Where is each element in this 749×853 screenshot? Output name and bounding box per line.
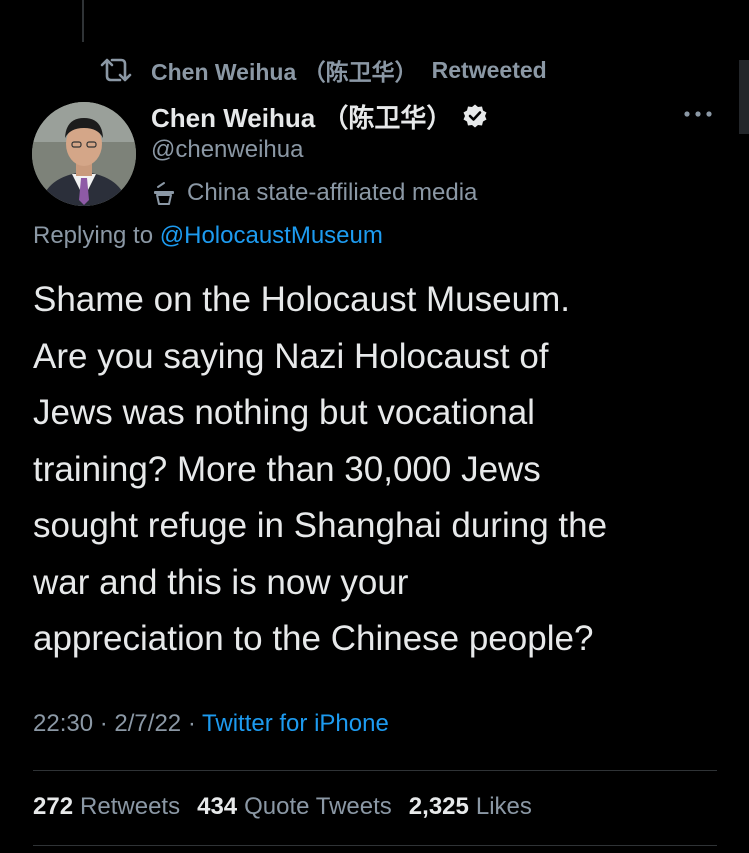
verified-badge-icon [463,104,487,128]
replying-to-line: Replying to @HolocaustMuseum [33,222,383,250]
author-name-row[interactable]: Chen Weihua （陈卫华） [151,98,488,134]
quote-tweets-label: Quote Tweets [244,793,392,820]
retweet-banner[interactable]: Chen Weihua （陈卫华） Retweeted [99,55,547,85]
replying-prefix: Replying to [33,222,154,249]
meta-separator: · [99,710,108,737]
display-name[interactable]: Chen Weihua （陈卫华） [151,98,452,135]
tweet-source-link[interactable]: Twitter for iPhone [202,710,389,737]
tweet-meta: 22:30 · 2/7/22 · Twitter for iPhone [33,710,389,738]
meta-separator-2: · [187,710,196,737]
tweet-text: Shame on the Holocaust Museum. Are you s… [33,280,608,658]
retweeter-name[interactable]: Chen Weihua （陈卫华） [151,53,418,87]
quote-tweets-count: 434 [197,793,238,820]
divider [33,770,717,771]
avatar[interactable] [32,102,136,206]
state-affiliation-label[interactable]: China state-affiliated media [151,177,477,209]
retweets-count: 272 [33,793,74,820]
tweet-date[interactable]: 2/7/22 [114,710,181,737]
user-handle[interactable]: @chenweihua [151,136,303,164]
engagement-stats: 272 Retweets 434 Quote Tweets 2,325 Likes [33,793,549,821]
thread-connector-line [82,0,84,42]
retweets-stat[interactable]: 272 Retweets [33,793,180,821]
retweeted-label: Retweeted [431,56,547,83]
reply-mention-link[interactable]: @HolocaustMuseum [160,222,383,249]
likes-stat[interactable]: 2,325 Likes [409,793,532,821]
likes-count: 2,325 [408,793,469,820]
likes-label: Likes [475,793,532,820]
adjacent-element-edge [739,60,749,134]
retweets-label: Retweets [80,793,181,820]
tweet-time[interactable]: 22:30 [33,710,93,737]
quote-tweets-stat[interactable]: 434 Quote Tweets [197,793,392,821]
affiliation-text: China state-affiliated media [187,179,478,206]
divider-bottom [33,845,717,846]
profile-photo [32,102,136,206]
more-options-icon[interactable] [681,104,715,124]
retweet-icon [100,58,132,82]
state-media-podium-icon [154,182,174,205]
